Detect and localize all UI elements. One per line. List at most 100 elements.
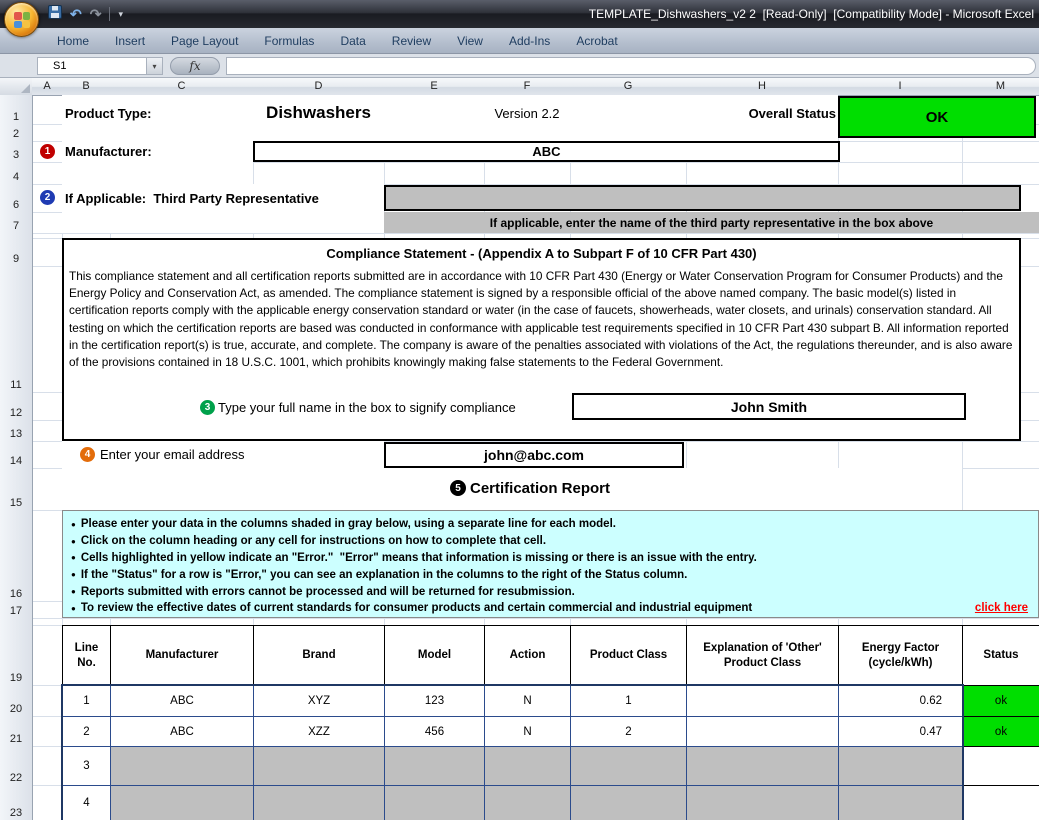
- table-cell-row2-line[interactable]: 2: [62, 716, 111, 747]
- table-cell-row2-manufacturer[interactable]: ABC: [110, 716, 254, 747]
- table-header-product-class[interactable]: Product Class: [570, 625, 687, 686]
- row-header-19[interactable]: 19: [0, 625, 33, 686]
- save-icon[interactable]: [48, 4, 62, 24]
- column-header-C[interactable]: C: [110, 78, 254, 96]
- column-header-H[interactable]: H: [686, 78, 839, 96]
- email-input[interactable]: john@abc.com: [384, 442, 684, 468]
- tab-insert[interactable]: Insert: [102, 28, 158, 54]
- table-cell-row1-model[interactable]: 123: [384, 685, 485, 717]
- table-cell-row3-explanation[interactable]: [686, 746, 839, 786]
- column-header-A[interactable]: A: [32, 78, 63, 96]
- column-header-E[interactable]: E: [384, 78, 485, 96]
- column-header-D[interactable]: D: [253, 78, 385, 96]
- table-header-status[interactable]: Status: [962, 625, 1039, 686]
- table-header-explanation[interactable]: Explanation of 'Other' Product Class: [686, 625, 839, 686]
- table-cell-row4-explanation[interactable]: [686, 785, 839, 820]
- tab-page-layout[interactable]: Page Layout: [158, 28, 251, 54]
- tab-acrobat[interactable]: Acrobat: [563, 28, 630, 54]
- row-header-1[interactable]: 1: [0, 95, 33, 125]
- table-cell-row4-energy-factor[interactable]: [838, 785, 963, 820]
- table-cell-row4-line[interactable]: 4: [62, 785, 111, 820]
- table-header-line[interactable]: Line No.: [62, 625, 111, 686]
- table-cell-row2-explanation[interactable]: [686, 716, 839, 747]
- row-header-21[interactable]: 21: [0, 716, 33, 747]
- table-header-energy-factor[interactable]: Energy Factor (cycle/kWh): [838, 625, 963, 686]
- table-cell-row2-action[interactable]: N: [484, 716, 571, 747]
- tab-data[interactable]: Data: [327, 28, 378, 54]
- row-header-20[interactable]: 20: [0, 685, 33, 717]
- table-cell-row3-product-class[interactable]: [570, 746, 687, 786]
- row-header-11[interactable]: 11: [0, 266, 33, 393]
- table-cell-row2-brand[interactable]: XZZ: [253, 716, 385, 747]
- row-header-7[interactable]: 7: [0, 212, 33, 234]
- column-header-B[interactable]: B: [62, 78, 111, 96]
- undo-icon[interactable]: ↶: [70, 4, 82, 24]
- table-cell-row1-action[interactable]: N: [484, 685, 571, 717]
- column-header-M[interactable]: M: [962, 78, 1039, 96]
- table-cell-row3-brand[interactable]: [253, 746, 385, 786]
- table-cell-row2-model[interactable]: 456: [384, 716, 485, 747]
- name-box-dropdown-icon[interactable]: ▾: [147, 57, 163, 75]
- click-here-link[interactable]: click here: [975, 602, 1032, 614]
- row-header-16[interactable]: 16: [0, 510, 33, 602]
- office-logo-icon: [14, 12, 30, 28]
- row-header-12[interactable]: 12: [0, 392, 33, 421]
- table-cell-row4-brand[interactable]: [253, 785, 385, 820]
- toolbar-separator: [109, 7, 110, 21]
- table-cell-row1-manufacturer[interactable]: ABC: [110, 685, 254, 717]
- row-header-3[interactable]: 3: [0, 141, 33, 163]
- tab-formulas[interactable]: Formulas: [251, 28, 327, 54]
- table-cell-row4-manufacturer[interactable]: [110, 785, 254, 820]
- row-header-13[interactable]: 13: [0, 420, 33, 442]
- column-header-G[interactable]: G: [570, 78, 687, 96]
- row-header-17[interactable]: 17: [0, 601, 33, 619]
- table-header-action[interactable]: Action: [484, 625, 571, 686]
- row-header-2[interactable]: 2: [0, 124, 33, 142]
- table-header-brand[interactable]: Brand: [253, 625, 385, 686]
- table-cell-row2-product-class[interactable]: 2: [570, 716, 687, 747]
- status-cell-row2: ok: [962, 716, 1039, 747]
- column-header-I[interactable]: I: [838, 78, 963, 96]
- row-header-23[interactable]: 23: [0, 785, 33, 820]
- table-header-manufacturer[interactable]: Manufacturer: [110, 625, 254, 686]
- table-cell-row1-energy-factor[interactable]: 0.62: [838, 685, 963, 717]
- formula-bar: S1 ▾ fx: [0, 54, 1039, 78]
- row-header-14[interactable]: 14: [0, 441, 33, 469]
- tab-home[interactable]: Home: [44, 28, 102, 54]
- table-cell-row3-energy-factor[interactable]: [838, 746, 963, 786]
- column-header-F[interactable]: F: [484, 78, 571, 96]
- table-header-model[interactable]: Model: [384, 625, 485, 686]
- table-cell-row1-explanation[interactable]: [686, 685, 839, 717]
- redo-icon[interactable]: ↷: [90, 4, 102, 24]
- table-cell-row1-product-class[interactable]: 1: [570, 685, 687, 717]
- table-cell-row3-line[interactable]: 3: [62, 746, 111, 786]
- qat-customize-dropdown-icon[interactable]: ▾: [118, 9, 123, 20]
- formula-input[interactable]: [226, 57, 1036, 75]
- table-cell-row1-line[interactable]: 1: [62, 685, 111, 717]
- table-cell-row3-model[interactable]: [384, 746, 485, 786]
- product-type-label: Product Type:: [65, 95, 151, 131]
- table-cell-row4-model[interactable]: [384, 785, 485, 820]
- manufacturer-input[interactable]: ABC: [253, 141, 840, 162]
- table-cell-row2-energy-factor[interactable]: 0.47: [838, 716, 963, 747]
- name-box[interactable]: S1: [37, 57, 147, 75]
- table-cell-row1-brand[interactable]: XYZ: [253, 685, 385, 717]
- row-header-15[interactable]: 15: [0, 468, 33, 511]
- tab-view[interactable]: View: [444, 28, 496, 54]
- tab-add-ins[interactable]: Add-Ins: [496, 28, 563, 54]
- office-button[interactable]: [4, 2, 39, 37]
- table-cell-row4-action[interactable]: [484, 785, 571, 820]
- signature-input[interactable]: John Smith: [572, 393, 966, 420]
- third-party-input[interactable]: [384, 185, 1021, 211]
- insert-function-button[interactable]: fx: [170, 57, 220, 75]
- table-cell-row3-action[interactable]: [484, 746, 571, 786]
- select-all-corner[interactable]: [0, 78, 33, 96]
- row-header-22[interactable]: 22: [0, 746, 33, 786]
- tab-review[interactable]: Review: [379, 28, 444, 54]
- instruction-bullet-line: ●Reports submitted with errors cannot be…: [69, 583, 1032, 600]
- table-cell-row3-manufacturer[interactable]: [110, 746, 254, 786]
- row-header-6[interactable]: 6: [0, 184, 33, 213]
- table-cell-row4-product-class[interactable]: [570, 785, 687, 820]
- row-header-4[interactable]: 4: [0, 162, 33, 185]
- row-header-9[interactable]: 9: [0, 238, 33, 267]
